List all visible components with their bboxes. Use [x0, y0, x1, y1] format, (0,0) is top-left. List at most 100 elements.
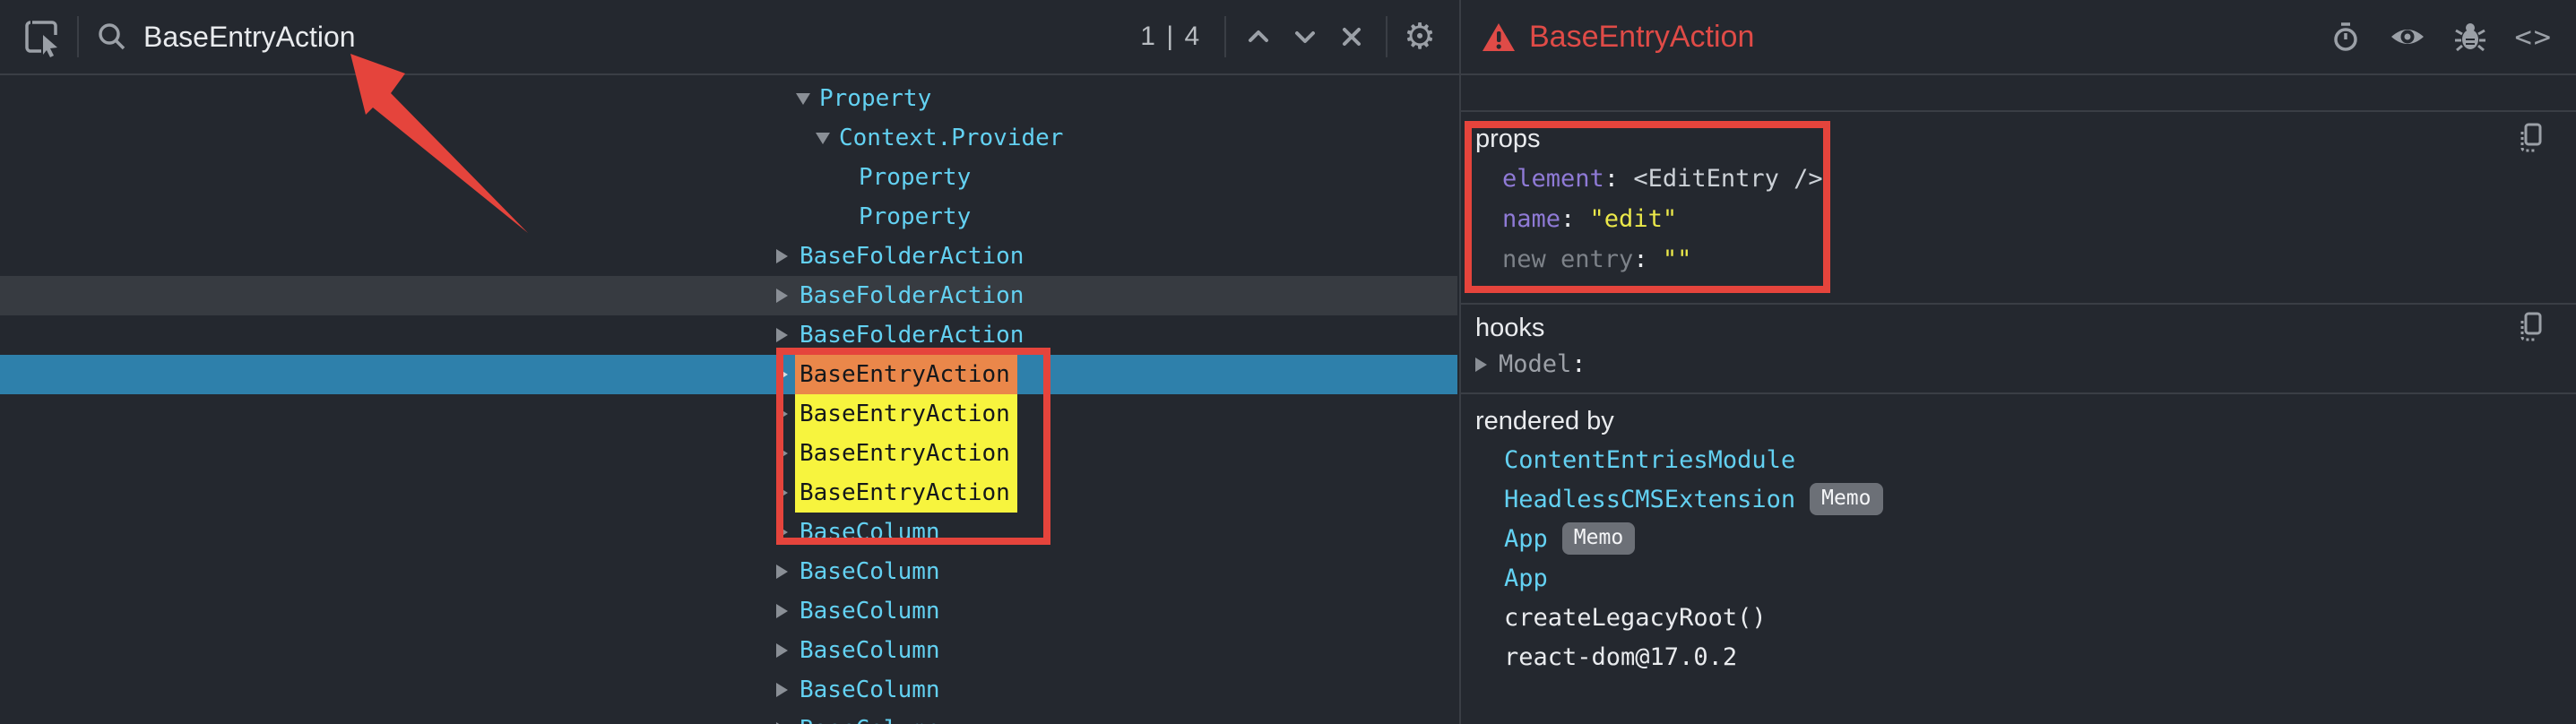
- tree-row[interactable]: BaseEntryAction: [0, 355, 1457, 394]
- owner-text: createLegacyRoot(): [1504, 604, 1767, 632]
- owner-text: react-dom@17.0.2: [1504, 643, 1737, 671]
- tree-row[interactable]: BaseColumn: [0, 631, 1457, 670]
- chevron-up-icon: [1242, 21, 1275, 53]
- warning-icon: [1481, 19, 1517, 55]
- prop-key: name: [1502, 205, 1560, 233]
- hooks-label: hooks: [1475, 314, 2576, 342]
- search-input[interactable]: [142, 20, 647, 55]
- search-icon: [95, 20, 129, 54]
- owner-link[interactable]: App: [1504, 565, 1548, 592]
- prop-row[interactable]: name: "edit": [1475, 199, 2576, 239]
- colon: :: [1604, 165, 1634, 193]
- component-name: BaseEntryAction: [795, 473, 1017, 513]
- prop-row[interactable]: new entry: "": [1475, 239, 2576, 280]
- next-result-button[interactable]: [1289, 21, 1321, 53]
- previous-result-button[interactable]: [1242, 21, 1275, 53]
- rendered-by-row: App Memo: [1475, 520, 2576, 559]
- component-name: BaseEntryAction: [795, 394, 1017, 434]
- owner-link[interactable]: ContentEntriesModule: [1504, 446, 1795, 474]
- tree-row[interactable]: Property: [0, 79, 1457, 118]
- owner-link[interactable]: App: [1504, 525, 1548, 553]
- expand-arrow-right-icon[interactable]: [776, 249, 800, 263]
- rendered-by-label: rendered by: [1475, 407, 2576, 435]
- component-name: Property: [819, 79, 931, 118]
- expand-arrow-right-icon[interactable]: [776, 643, 800, 658]
- props-section: props element: <EditEntry />name: "edit"…: [1461, 112, 2576, 305]
- component-name: BaseFolderAction: [800, 237, 1024, 276]
- component-name: BaseFolderAction: [800, 276, 1024, 315]
- expand-arrow-right-icon[interactable]: [776, 328, 800, 342]
- rendered-by-row: App: [1475, 559, 2576, 599]
- rendered-by-row: HeadlessCMSExtension Memo: [1475, 480, 2576, 520]
- component-name: BaseFolderAction: [800, 315, 1024, 355]
- tree-row[interactable]: BaseFolderAction: [0, 315, 1457, 355]
- prop-value: "": [1663, 246, 1692, 273]
- expand-arrow-down-icon[interactable]: [796, 93, 819, 105]
- expand-arrow-right-icon[interactable]: [776, 289, 800, 303]
- tree-row[interactable]: Property: [0, 158, 1457, 197]
- tree-row[interactable]: BaseColumn: [0, 552, 1457, 591]
- tree-row[interactable]: Context.Provider: [0, 118, 1457, 158]
- log-component-data-button[interactable]: [2453, 20, 2487, 54]
- rendered-by-row: ContentEntriesModule: [1475, 441, 2576, 480]
- suspend-component-button[interactable]: [2330, 21, 2362, 53]
- props-label: props: [1475, 125, 2576, 153]
- eye-icon: [2389, 21, 2426, 53]
- memo-badge: Memo: [1810, 483, 1882, 515]
- component-name: BaseColumn: [800, 552, 940, 591]
- toolbar-divider: [77, 16, 79, 57]
- expand-arrow-right-icon[interactable]: [776, 525, 800, 539]
- component-name: Property: [859, 158, 971, 197]
- inspect-element-icon: [20, 15, 63, 58]
- details-header-gap: [1461, 75, 2576, 112]
- expand-arrow-right-icon[interactable]: [776, 565, 800, 579]
- copy-hooks-button[interactable]: [2519, 312, 2546, 342]
- tree-row[interactable]: BaseColumn: [0, 513, 1457, 552]
- prop-value: <EditEntry />: [1633, 165, 1822, 193]
- component-tree: PropertyContext.ProviderPropertyProperty…: [0, 75, 1457, 724]
- colon: :: [1560, 205, 1590, 233]
- settings-button[interactable]: ⚙: [1404, 19, 1436, 55]
- copy-props-button[interactable]: [2519, 123, 2546, 153]
- component-details-panel: BaseEntryAction: [1461, 0, 2576, 724]
- expand-arrow-right-icon[interactable]: [776, 604, 800, 618]
- component-name: BaseEntryAction: [795, 434, 1017, 473]
- inspect-dom-button[interactable]: [2389, 21, 2426, 53]
- component-name: Context.Provider: [839, 118, 1063, 158]
- tree-row[interactable]: BaseFolderAction: [0, 276, 1457, 315]
- hooks-section: hooks Model:: [1461, 305, 2576, 394]
- expand-arrow-right-icon[interactable]: [776, 683, 800, 697]
- copy-icon: [2519, 312, 2546, 342]
- tree-row[interactable]: BaseEntryAction: [0, 434, 1457, 473]
- code-brackets-icon: <>: [2514, 20, 2553, 54]
- stopwatch-icon: [2330, 21, 2362, 53]
- tree-row[interactable]: BaseFolderAction: [0, 237, 1457, 276]
- colon: :: [1571, 344, 1586, 384]
- chevron-down-icon: [1289, 21, 1321, 53]
- rendered-by-row: createLegacyRoot(): [1475, 599, 2576, 638]
- tree-row[interactable]: BaseColumn: [0, 591, 1457, 631]
- toolbar-divider: [1224, 16, 1226, 57]
- component-name: Property: [859, 197, 971, 237]
- inspect-element-button[interactable]: [20, 15, 63, 58]
- prop-value: "edit": [1590, 205, 1678, 233]
- component-name: BaseColumn: [800, 631, 940, 670]
- copy-icon: [2519, 123, 2546, 153]
- hook-row[interactable]: Model:: [1475, 344, 2576, 384]
- rendered-by-section: rendered by ContentEntriesModule Headless…: [1461, 394, 2576, 724]
- close-icon: [1336, 21, 1368, 53]
- tree-row[interactable]: BaseEntryAction: [0, 394, 1457, 434]
- clear-search-button[interactable]: [1336, 21, 1368, 53]
- component-name: BaseColumn: [800, 710, 940, 724]
- tree-row[interactable]: BaseColumn: [0, 670, 1457, 710]
- tree-row[interactable]: Property: [0, 197, 1457, 237]
- tree-row[interactable]: BaseColumn: [0, 710, 1457, 724]
- expand-arrow-down-icon[interactable]: [816, 133, 839, 144]
- tree-row[interactable]: BaseEntryAction: [0, 473, 1457, 513]
- expand-arrow-right-icon[interactable]: [1475, 358, 1499, 372]
- owner-link[interactable]: HeadlessCMSExtension: [1504, 486, 1795, 513]
- prop-row[interactable]: element: <EditEntry />: [1475, 159, 2576, 199]
- memo-badge: Memo: [1562, 522, 1635, 555]
- view-source-button[interactable]: <>: [2514, 20, 2553, 54]
- details-header: BaseEntryAction: [1461, 0, 2576, 75]
